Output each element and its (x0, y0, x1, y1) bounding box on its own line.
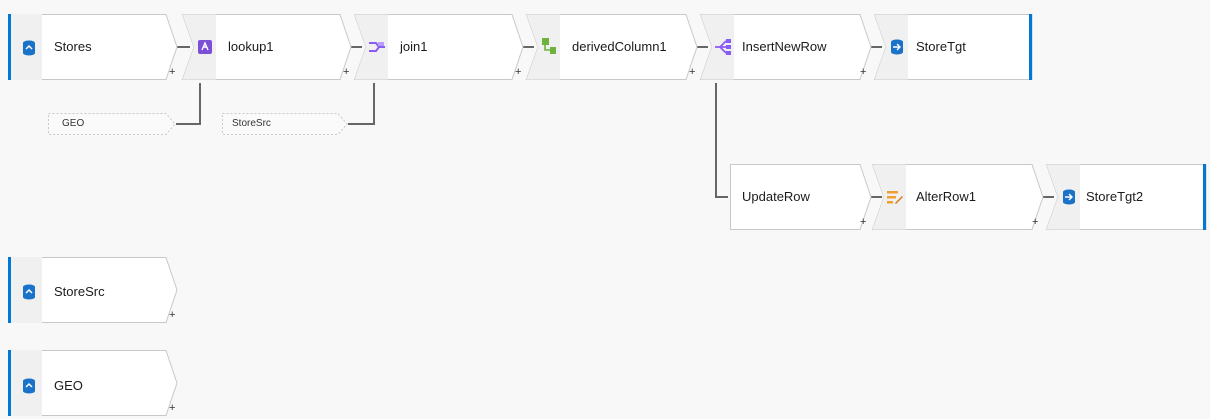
node-label: InsertNewRow (742, 39, 827, 54)
node-label: StoreTgt2 (1086, 189, 1144, 204)
ref-label: GEO (62, 118, 85, 129)
add-transform-button[interactable]: + (169, 67, 175, 78)
database-sink-icon (891, 39, 903, 55)
ref-storeSrc[interactable]: StoreSrc (222, 113, 348, 135)
alter-row-icon (887, 191, 903, 204)
lookup-icon (198, 40, 212, 54)
conditional-split-icon (715, 39, 731, 55)
wire-geo-lookup (176, 83, 201, 125)
add-transform-button[interactable]: + (343, 67, 349, 78)
database-icon (23, 284, 35, 300)
wire-storesrc-join (348, 83, 375, 125)
add-transform-button[interactable]: + (689, 67, 695, 78)
node-stores[interactable]: Stores + (8, 14, 178, 80)
node-lookup1[interactable]: lookup1 + (181, 14, 352, 80)
node-storeTgt[interactable]: StoreTgt (873, 14, 1036, 80)
add-transform-button[interactable]: + (860, 217, 866, 228)
database-icon (23, 40, 35, 56)
derived-column-icon (542, 38, 556, 54)
node-storeSrc[interactable]: StoreSrc + (8, 257, 178, 323)
node-label: lookup1 (228, 39, 274, 54)
node-label: derivedColumn1 (572, 39, 667, 54)
ref-geo[interactable]: GEO (48, 113, 176, 135)
add-transform-button[interactable]: + (169, 310, 175, 321)
node-join1[interactable]: join1 + (353, 14, 524, 80)
node-derivedColumn1[interactable]: derivedColumn1 + (525, 14, 698, 80)
node-storeTgt2[interactable]: StoreTgt2 (1045, 164, 1210, 230)
node-label: StoreTgt (916, 39, 966, 54)
node-insertNewRow[interactable]: InsertNewRow + (699, 14, 872, 80)
add-transform-button[interactable]: + (169, 403, 175, 414)
node-label: UpdateRow (742, 189, 810, 204)
node-updateRow[interactable]: UpdateRow + (730, 164, 872, 230)
add-transform-button[interactable]: + (1032, 217, 1038, 228)
node-label: Stores (54, 39, 92, 54)
node-label: AlterRow1 (916, 189, 976, 204)
node-label: StoreSrc (54, 284, 105, 299)
join-icon (369, 42, 385, 52)
add-transform-button[interactable]: + (860, 67, 866, 78)
node-label: join1 (400, 39, 428, 54)
database-icon (23, 378, 35, 394)
data-flow-canvas: Stores + lookup1 + join1 + derivedColumn… (0, 0, 1210, 419)
ref-label: StoreSrc (232, 118, 271, 129)
node-alterRow1[interactable]: AlterRow1 + (871, 164, 1044, 230)
database-sink-icon (1063, 189, 1075, 205)
add-transform-button[interactable]: + (515, 67, 521, 78)
wire-split-update (715, 83, 728, 198)
node-geo[interactable]: GEO + (8, 350, 178, 416)
node-label: GEO (54, 378, 83, 393)
